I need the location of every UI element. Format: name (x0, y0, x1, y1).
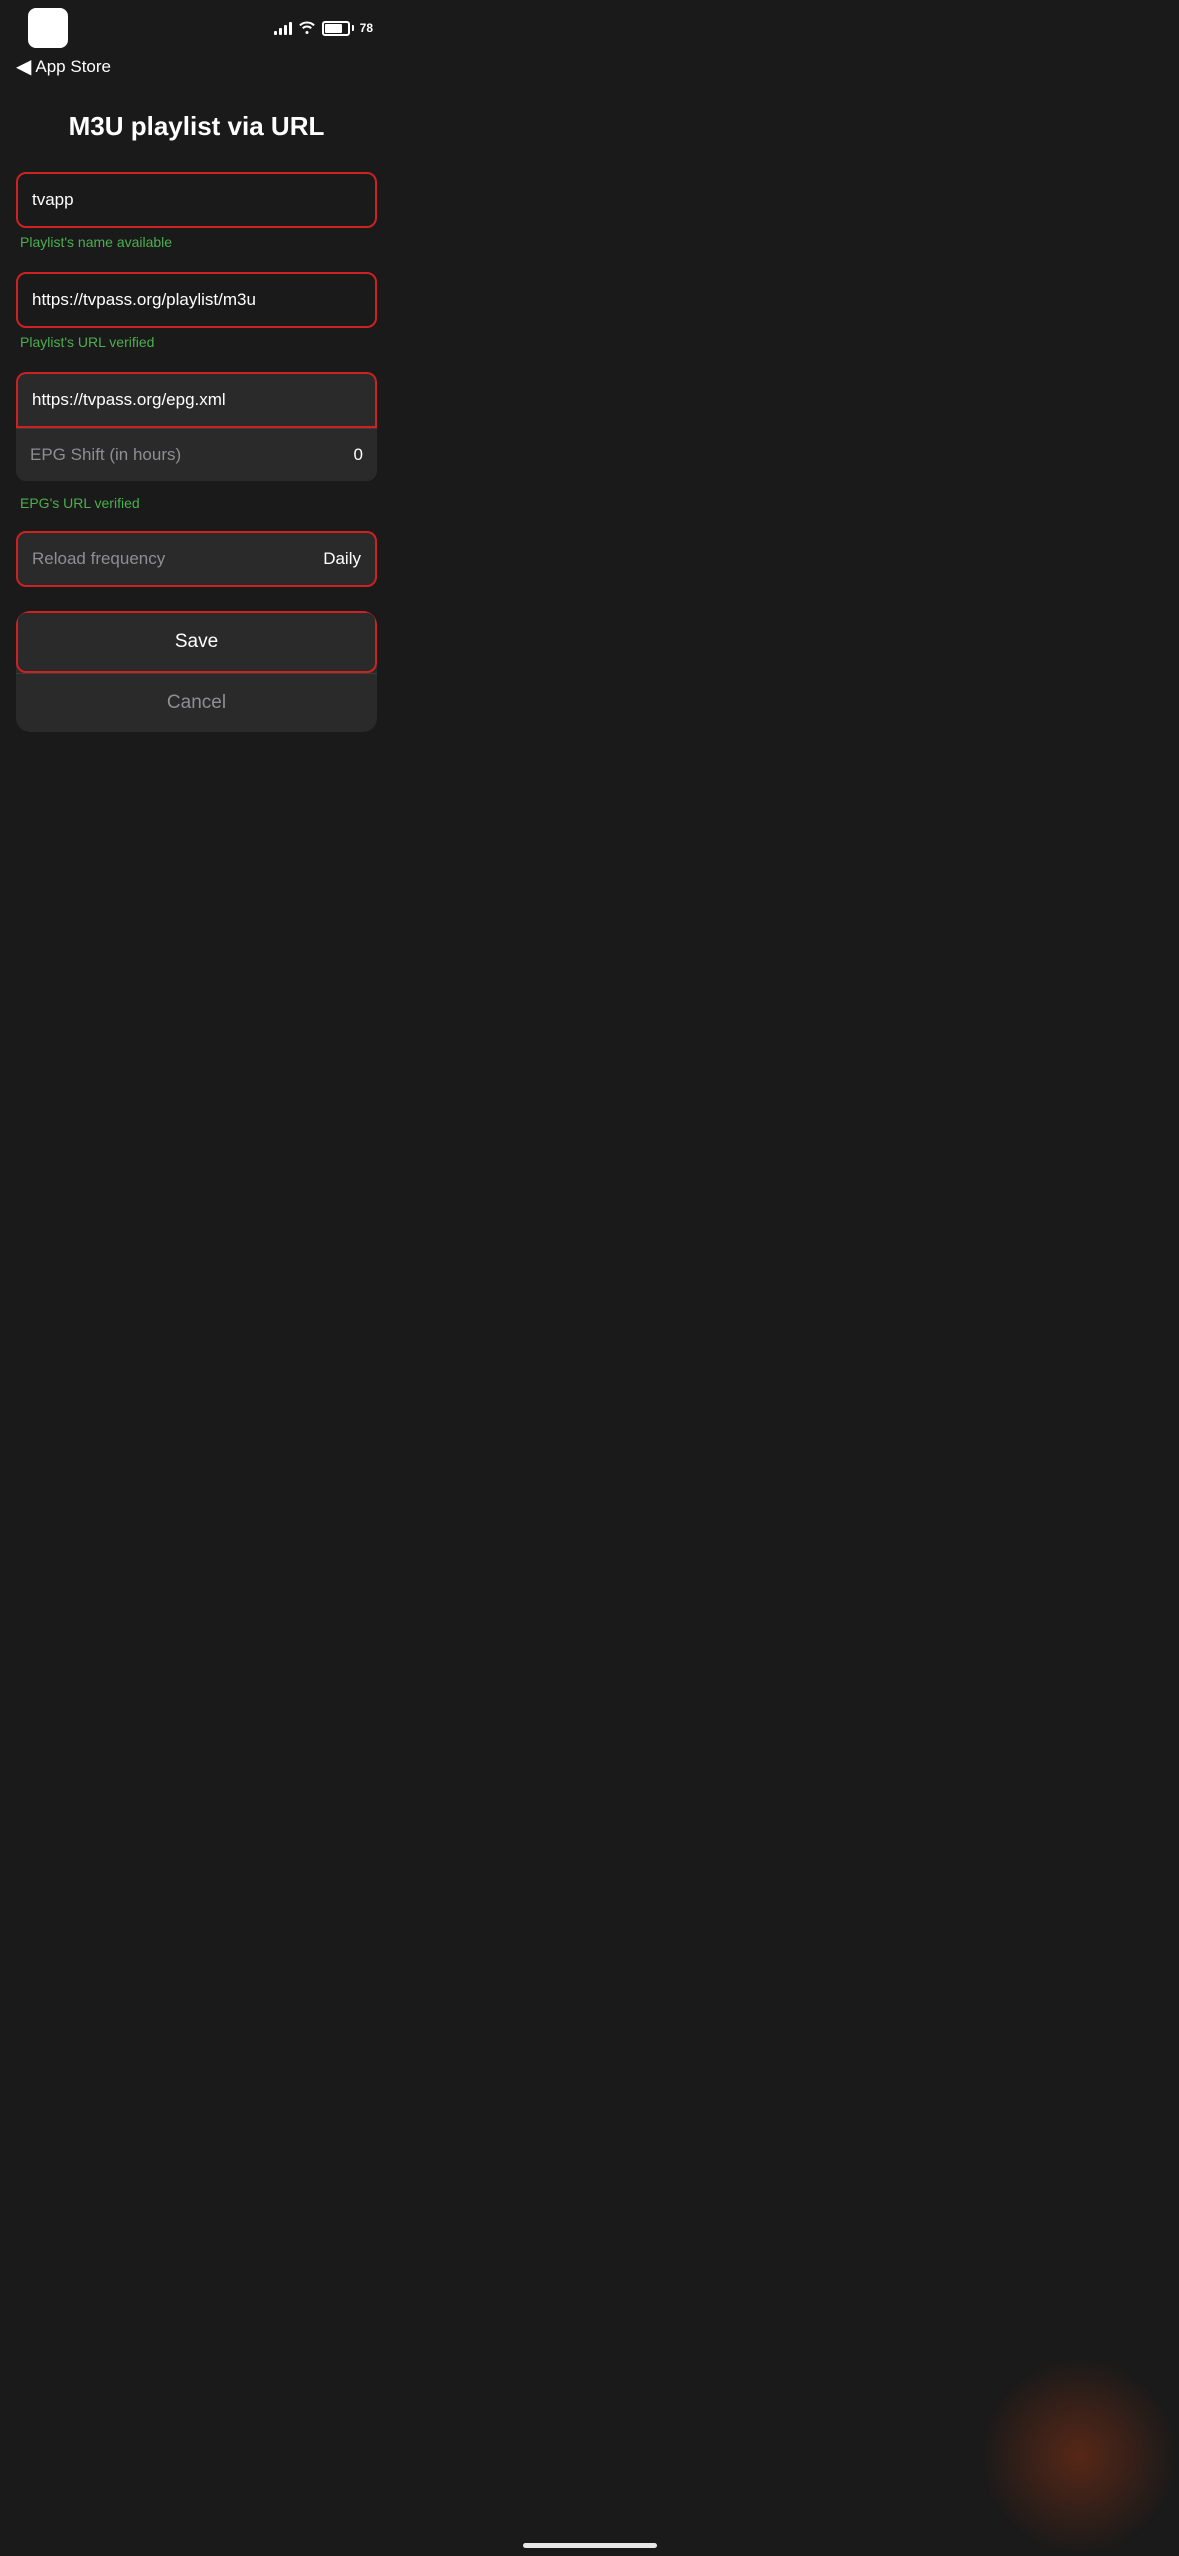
signal-icon (274, 21, 292, 35)
status-bar-right: 78 (274, 20, 373, 37)
name-status: Playlist's name available (16, 228, 377, 264)
wifi-icon (298, 20, 316, 37)
url-group: Playlist's URL verified (16, 272, 377, 364)
playlist-name-input[interactable] (16, 172, 377, 228)
home-indicator (523, 2543, 657, 2548)
back-arrow-icon: ◀ (16, 54, 31, 79)
app-icon (28, 8, 68, 48)
epg-shift-label: EPG Shift (in hours) (30, 445, 181, 465)
status-bar: 78 (0, 0, 393, 50)
save-button[interactable]: Save (16, 611, 377, 673)
epg-group: EPG Shift (in hours) 0 (16, 372, 377, 481)
name-group: Playlist's name available (16, 172, 377, 264)
back-label: App Store (35, 57, 111, 77)
battery-percent: 78 (360, 21, 373, 35)
epg-status: EPG's URL verified (16, 489, 377, 531)
epg-shift-value: 0 (354, 445, 363, 465)
cancel-button[interactable]: Cancel (16, 674, 377, 732)
epg-shift-row: EPG Shift (in hours) 0 (16, 428, 377, 481)
reload-label: Reload frequency (32, 549, 165, 569)
page-title: M3U playlist via URL (0, 87, 393, 172)
action-group: Save Cancel (16, 611, 377, 732)
reload-value: Daily (323, 549, 361, 569)
epg-url-input[interactable] (16, 372, 377, 428)
reload-frequency-row[interactable]: Reload frequency Daily (16, 531, 377, 587)
form-container: Playlist's name available Playlist's URL… (0, 172, 393, 732)
playlist-url-input[interactable] (16, 272, 377, 328)
back-button[interactable]: ◀ App Store (16, 54, 111, 79)
battery-indicator (322, 21, 354, 36)
nav-bar: ◀ App Store (0, 50, 393, 87)
bottom-glow (979, 2356, 1179, 2556)
url-status: Playlist's URL verified (16, 328, 377, 364)
